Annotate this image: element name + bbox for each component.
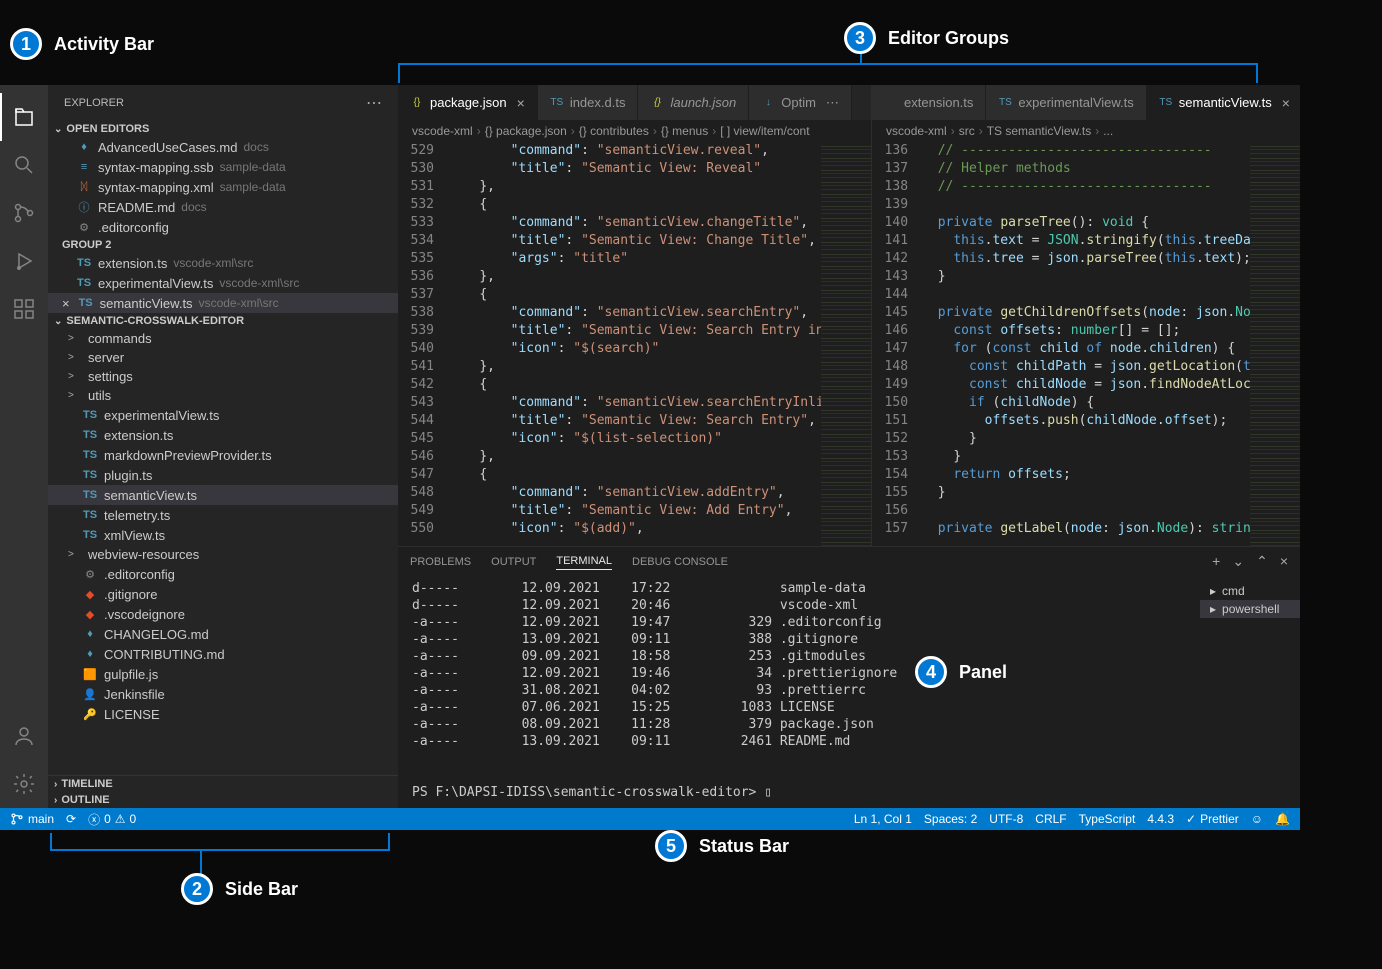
minimap[interactable] <box>821 142 871 546</box>
feedback-icon[interactable]: ☺ <box>1251 812 1263 826</box>
open-editor-item[interactable]: TSextension.ts vscode-xml\src <box>48 253 398 273</box>
tree-item[interactable]: 🟧gulpfile.js <box>48 664 398 684</box>
project-header[interactable]: ⌄SEMANTIC-CROSSWALK-EDITOR <box>48 313 398 329</box>
editor-tab[interactable]: {}launch.json <box>638 85 749 120</box>
open-editor-item[interactable]: TSexperimentalView.ts vscode-xml\src <box>48 273 398 293</box>
breadcrumb[interactable]: vscode-xml › src › TS semanticView.ts › … <box>872 120 1300 142</box>
accounts-icon[interactable] <box>0 712 48 760</box>
run-debug-icon[interactable] <box>0 237 48 285</box>
terminal-output[interactable]: d----- 12.09.2021 17:22 sample-data d---… <box>398 576 1200 808</box>
annotation-label: Status Bar <box>699 836 789 856</box>
tree-item[interactable]: ◆.gitignore <box>48 584 398 604</box>
sync-status[interactable]: ⟳ <box>66 812 76 826</box>
vscode-window: EXPLORER ⋯ ⌄OPEN EDITORS ♦AdvancedUseCas… <box>0 85 1300 830</box>
explorer-icon[interactable] <box>0 93 48 141</box>
activity-bar <box>0 85 48 808</box>
panel-tab[interactable]: OUTPUT <box>491 554 536 570</box>
editor-group-1: {}package.json×TSindex.d.ts{}launch.json… <box>398 85 872 546</box>
split-terminal-icon[interactable]: ⌄ <box>1232 553 1244 570</box>
open-editor-item[interactable]: ♦AdvancedUseCases.md docs <box>48 137 398 157</box>
new-terminal-icon[interactable]: + <box>1212 553 1220 570</box>
editor-tab[interactable]: TSindex.d.ts <box>538 85 639 120</box>
bell-icon[interactable]: 🔔 <box>1275 812 1290 826</box>
editor-tab[interactable]: ↓Optim⋯ <box>749 85 852 120</box>
annotation-label: Editor Groups <box>888 28 1009 48</box>
indent-status[interactable]: Spaces: 2 <box>924 812 977 826</box>
branch-status[interactable]: main <box>10 812 54 826</box>
search-icon[interactable] <box>0 141 48 189</box>
maximize-panel-icon[interactable]: ⌃ <box>1256 553 1268 570</box>
language-status[interactable]: TypeScript <box>1079 812 1136 826</box>
tree-item[interactable]: >settings <box>48 367 398 386</box>
code-editor[interactable]: 1361371381391401411421431441451461471481… <box>872 142 1300 546</box>
problems-status[interactable]: ⓧ 0 ⚠ 0 <box>88 811 136 828</box>
status-bar: main ⟳ ⓧ 0 ⚠ 0 Ln 1, Col 1 Spaces: 2 UTF… <box>0 808 1300 830</box>
panel-tab[interactable]: PROBLEMS <box>410 554 471 570</box>
sidebar: EXPLORER ⋯ ⌄OPEN EDITORS ♦AdvancedUseCas… <box>48 85 398 808</box>
tree-item[interactable]: ♦CHANGELOG.md <box>48 624 398 644</box>
tree-item[interactable]: ♦CONTRIBUTING.md <box>48 644 398 664</box>
tree-item[interactable]: >server <box>48 348 398 367</box>
open-editor-item[interactable]: ⚙.editorconfig <box>48 217 398 237</box>
prettier-status[interactable]: ✓ Prettier <box>1186 812 1239 826</box>
tree-item[interactable]: TSsemanticView.ts <box>48 485 398 505</box>
eol-status[interactable]: CRLF <box>1035 812 1066 826</box>
open-editor-item[interactable]: ⓘREADME.md docs <box>48 197 398 217</box>
breadcrumb[interactable]: vscode-xml › {} package.json › {} contri… <box>398 120 871 142</box>
tree-item[interactable]: TSexperimentalView.ts <box>48 405 398 425</box>
tree-item[interactable]: TStelemetry.ts <box>48 505 398 525</box>
tree-item[interactable]: ⚙.editorconfig <box>48 564 398 584</box>
tab-actions[interactable] <box>855 85 871 120</box>
minimap[interactable] <box>1250 142 1300 546</box>
more-icon[interactable]: ⋯ <box>366 93 382 113</box>
open-editor-item[interactable]: ᛞsyntax-mapping.xml sample-data <box>48 177 398 197</box>
sidebar-title: EXPLORER ⋯ <box>48 85 398 121</box>
open-editor-item[interactable]: ×TSsemanticView.ts vscode-xml\src <box>48 293 398 313</box>
editor-group-2: extension.tsTSexperimentalView.tsTSseman… <box>872 85 1300 546</box>
source-control-icon[interactable] <box>0 189 48 237</box>
terminal-instance[interactable]: ▸cmd <box>1210 582 1290 600</box>
settings-icon[interactable] <box>0 760 48 808</box>
tree-item[interactable]: >utils <box>48 386 398 405</box>
tree-item[interactable]: ◆.vscodeignore <box>48 604 398 624</box>
tree-item[interactable]: 👤Jenkinsfile <box>48 684 398 704</box>
annotation-label: Activity Bar <box>54 34 154 54</box>
editor-tab[interactable]: TSexperimentalView.ts <box>986 85 1146 120</box>
tree-item[interactable]: >commands <box>48 329 398 348</box>
tree-item[interactable]: 🔑LICENSE <box>48 704 398 724</box>
terminal-list: ▸cmd▸powershell <box>1200 576 1300 808</box>
cursor-position[interactable]: Ln 1, Col 1 <box>854 812 912 826</box>
open-editor-item[interactable]: ≡syntax-mapping.ssb sample-data <box>48 157 398 177</box>
encoding-status[interactable]: UTF-8 <box>989 812 1023 826</box>
terminal-instance[interactable]: ▸powershell <box>1200 600 1300 618</box>
tab-bar: extension.tsTSexperimentalView.tsTSseman… <box>872 85 1300 120</box>
tree-item[interactable]: TSplugin.ts <box>48 465 398 485</box>
panel: PROBLEMSOUTPUTTERMINALDEBUG CONSOLE+⌄⌃× … <box>398 546 1300 808</box>
annotation-label: Side Bar <box>225 879 298 899</box>
panel-tab[interactable]: TERMINAL <box>556 553 612 570</box>
tree-item[interactable]: >webview-resources <box>48 545 398 564</box>
editor-tab[interactable]: {}package.json× <box>398 85 538 120</box>
code-editor[interactable]: 5295305315325335345355365375385395405415… <box>398 142 871 546</box>
editor-tab[interactable]: extension.ts <box>872 85 986 120</box>
tree-item[interactable]: TSxmlView.ts <box>48 525 398 545</box>
open-editors-header[interactable]: ⌄OPEN EDITORS <box>48 121 398 137</box>
ts-version[interactable]: 4.4.3 <box>1147 812 1174 826</box>
tree-item[interactable]: TSextension.ts <box>48 425 398 445</box>
panel-tab[interactable]: DEBUG CONSOLE <box>632 554 728 570</box>
panel-tabs: PROBLEMS OUTPUT TERMINAL DEBUG CONSOLE + ⌄ ⌃ × <box>398 547 1300 576</box>
editor-tab[interactable]: TSsemanticView.ts× <box>1147 85 1300 120</box>
close-panel-icon[interactable]: × <box>1280 553 1288 570</box>
tree-item[interactable]: TSmarkdownPreviewProvider.ts <box>48 445 398 465</box>
extensions-icon[interactable] <box>0 285 48 333</box>
group2-header[interactable]: GROUP 2 <box>48 237 398 253</box>
editor-area: {}package.json×TSindex.d.ts{}launch.json… <box>398 85 1300 808</box>
timeline-header[interactable]: ›TIMELINE <box>48 775 398 792</box>
outline-header[interactable]: ›OUTLINE <box>48 792 398 808</box>
tab-bar: {}package.json×TSindex.d.ts{}launch.json… <box>398 85 871 120</box>
